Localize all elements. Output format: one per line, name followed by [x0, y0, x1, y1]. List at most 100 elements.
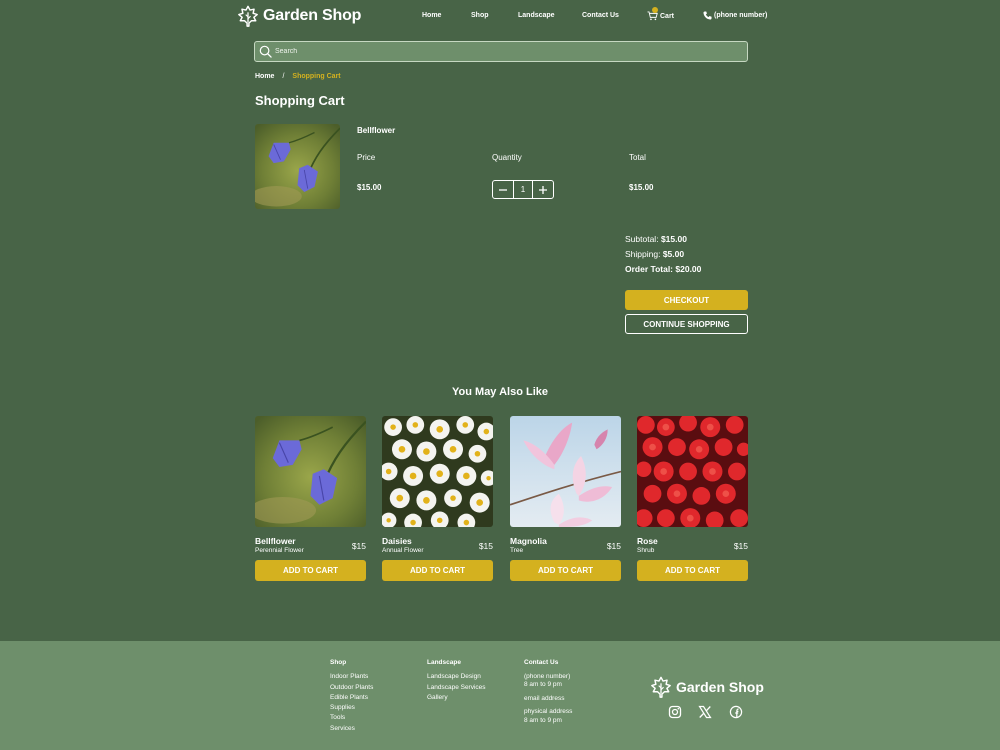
- product-price: $15: [351, 541, 366, 551]
- facebook-icon[interactable]: [729, 705, 743, 719]
- footer-link-edible-plants[interactable]: Edible Plants: [330, 693, 373, 703]
- shipping-label: Shipping:: [625, 249, 661, 259]
- footer-link-outdoor-plants[interactable]: Outdoor Plants: [330, 683, 373, 693]
- plus-icon: [539, 185, 547, 194]
- search-input[interactable]: [275, 44, 735, 59]
- quantity-value[interactable]: 1: [513, 181, 533, 198]
- cart-label: Cart: [660, 12, 675, 20]
- nav-home[interactable]: Home: [422, 12, 441, 19]
- cart-icon: [647, 7, 658, 21]
- product-price: $15: [478, 541, 493, 551]
- main-area: Garden Shop Home Shop Landscape Contact …: [0, 0, 1000, 641]
- order-total-value: $20.00: [675, 264, 702, 274]
- cart-item-name: Bellflower: [357, 126, 396, 135]
- x-icon[interactable]: [698, 705, 712, 719]
- footer-logo-text: Garden Shop: [676, 679, 764, 695]
- product-type: Perennial Flower: [255, 547, 304, 554]
- product-type: Shrub: [637, 547, 655, 554]
- footer-contact-phone[interactable]: (phone number): [524, 673, 572, 681]
- footer-link-services[interactable]: Services: [330, 724, 373, 734]
- logo[interactable]: Garden Shop: [237, 5, 361, 27]
- footer-link-supplies[interactable]: Supplies: [330, 703, 373, 713]
- footer-landscape-heading: Landscape: [427, 659, 461, 666]
- product-name: Rose: [637, 536, 658, 546]
- cart-badge: [652, 7, 658, 13]
- subtotal-label: Subtotal:: [625, 234, 659, 244]
- quantity-stepper: 1: [492, 180, 554, 199]
- search-icon: [259, 45, 272, 58]
- footer-shop-heading: Shop: [330, 659, 347, 666]
- phone-label: (phone number): [714, 12, 768, 19]
- cart-item-image: [255, 124, 340, 209]
- shipping-row: Shipping: $5.00: [625, 247, 701, 262]
- checkout-button[interactable]: CHECKOUT: [625, 290, 748, 310]
- product-type: Tree: [510, 547, 524, 554]
- product-price: $15: [733, 541, 748, 551]
- cart-item-total: $15.00: [629, 183, 654, 192]
- instagram-icon[interactable]: [668, 705, 682, 719]
- product-image-daisies[interactable]: [382, 416, 493, 527]
- footer-link-landscape-services[interactable]: Landscape Services: [427, 683, 486, 693]
- total-label: Total: [629, 153, 646, 162]
- footer-contact-column: Contact Us (phone number) 8 am to 9 pm e…: [524, 658, 572, 725]
- subtotal-value: $15.00: [660, 234, 687, 244]
- quantity-label: Quantity: [492, 153, 522, 162]
- increase-quantity-button[interactable]: [533, 181, 553, 198]
- product-card-rose[interactable]: Rose Shrub $15 ADD TO CART: [637, 416, 748, 582]
- order-total-row: Order Total: $20.00: [625, 262, 701, 277]
- footer-contact-phone-hours: 8 am to 9 pm: [524, 681, 562, 689]
- add-to-cart-button[interactable]: ADD TO CART: [255, 560, 366, 581]
- price-label: Price: [357, 153, 376, 162]
- shipping-value: $5.00: [662, 249, 685, 259]
- footer-link-gallery[interactable]: Gallery: [427, 693, 486, 703]
- product-card-bellflower[interactable]: Bellflower Perennial Flower $15 ADD TO C…: [255, 416, 366, 582]
- breadcrumb: Home / Shopping Cart: [255, 73, 341, 80]
- logo-text: Garden Shop: [263, 7, 362, 24]
- footer-link-landscape-design[interactable]: Landscape Design: [427, 672, 486, 682]
- subtotal-row: Subtotal: $15.00: [625, 232, 701, 247]
- footer-logo[interactable]: Garden Shop: [650, 676, 764, 698]
- breadcrumb-separator: /: [282, 73, 285, 80]
- product-name: Magnolia: [510, 536, 547, 546]
- add-to-cart-button[interactable]: ADD TO CART: [382, 560, 493, 581]
- phone-icon: [703, 11, 712, 20]
- leaf-logo-icon: [238, 5, 258, 27]
- order-summary: Subtotal: $15.00 Shipping: $5.00 Order T…: [625, 232, 701, 277]
- nav-phone[interactable]: (phone number): [703, 11, 767, 20]
- product-card-daisies[interactable]: Daisies Annual Flower $15 ADD TO CART: [382, 416, 493, 582]
- product-card-magnolia[interactable]: Magnolia Tree $15 ADD TO CART: [510, 416, 621, 582]
- nav-shop[interactable]: Shop: [471, 12, 489, 19]
- product-name: Daisies: [382, 536, 412, 546]
- footer-contact-email[interactable]: email address: [524, 695, 572, 703]
- leaf-logo-icon: [651, 676, 671, 698]
- footer-contact-heading: Contact Us: [524, 659, 559, 666]
- footer-contact-address: physical address: [524, 708, 573, 716]
- nav-contact-us[interactable]: Contact Us: [582, 12, 619, 19]
- footer-link-indoor-plants[interactable]: Indoor Plants: [330, 672, 373, 682]
- decrease-quantity-button[interactable]: [493, 181, 513, 198]
- product-price: $15: [606, 541, 621, 551]
- add-to-cart-button[interactable]: ADD TO CART: [637, 560, 748, 581]
- product-image-bellflower[interactable]: [255, 416, 366, 527]
- recommendations-title: You May Also Like: [452, 386, 548, 398]
- continue-shopping-button[interactable]: CONTINUE SHOPPING: [625, 314, 748, 334]
- search-bar[interactable]: [254, 41, 748, 62]
- nav-landscape[interactable]: Landscape: [518, 12, 555, 19]
- breadcrumb-home[interactable]: Home: [255, 73, 274, 80]
- product-image-rose[interactable]: [637, 416, 748, 527]
- product-image-magnolia[interactable]: [510, 416, 621, 527]
- footer-link-tools[interactable]: Tools: [330, 713, 373, 723]
- nav-cart[interactable]: Cart: [647, 7, 675, 21]
- product-name: Bellflower: [255, 536, 296, 546]
- page-title: Shopping Cart: [255, 93, 345, 108]
- minus-icon: [499, 188, 507, 191]
- add-to-cart-button[interactable]: ADD TO CART: [510, 560, 621, 581]
- footer: Shop Indoor Plants Outdoor Plants Edible…: [0, 641, 1000, 750]
- breadcrumb-current: Shopping Cart: [292, 73, 341, 80]
- product-type: Annual Flower: [382, 547, 424, 554]
- cart-item-price: $15.00: [357, 183, 382, 192]
- footer-shop-column: Shop Indoor Plants Outdoor Plants Edible…: [330, 658, 373, 734]
- order-total-label: Order Total:: [625, 264, 674, 274]
- footer-landscape-column: Landscape Landscape Design Landscape Ser…: [427, 658, 486, 703]
- footer-contact-address-hours: 8 am to 9 pm: [524, 716, 562, 724]
